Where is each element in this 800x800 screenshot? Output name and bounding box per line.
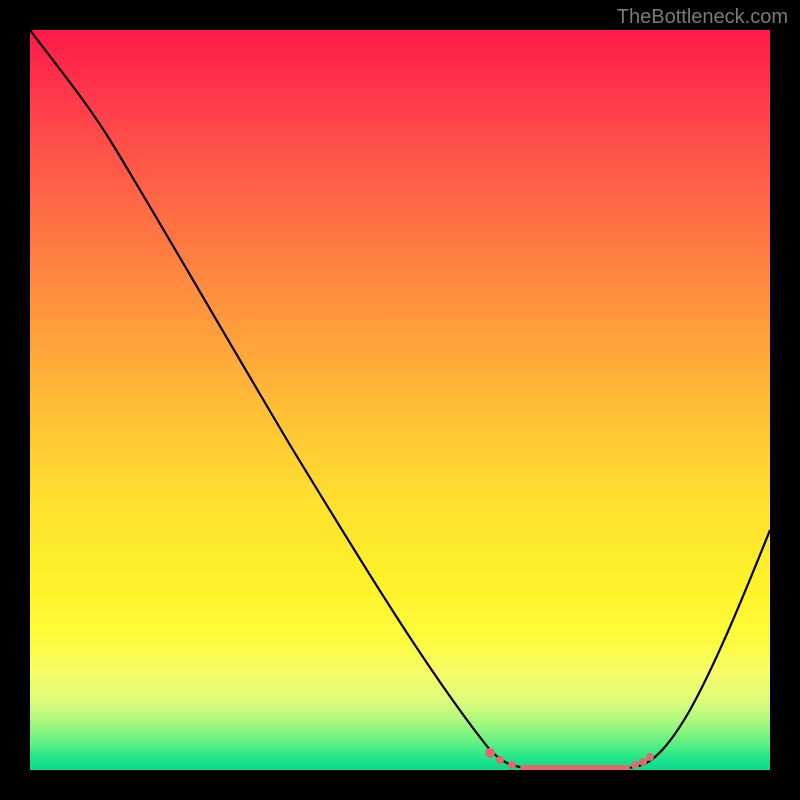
curve-svg (30, 30, 770, 770)
chart-frame: TheBottleneck.com (0, 0, 800, 800)
marker-dot (485, 748, 495, 758)
marker-dot (639, 758, 647, 766)
marker-band (485, 748, 654, 770)
plot-area (30, 30, 770, 770)
marker-dot (496, 756, 504, 764)
bottleneck-curve-path (30, 30, 770, 770)
marker-dot (646, 753, 654, 761)
marker-dot (508, 761, 516, 769)
marker-bar (520, 765, 630, 770)
watermark-text: TheBottleneck.com (617, 6, 788, 29)
marker-dot (631, 761, 639, 769)
